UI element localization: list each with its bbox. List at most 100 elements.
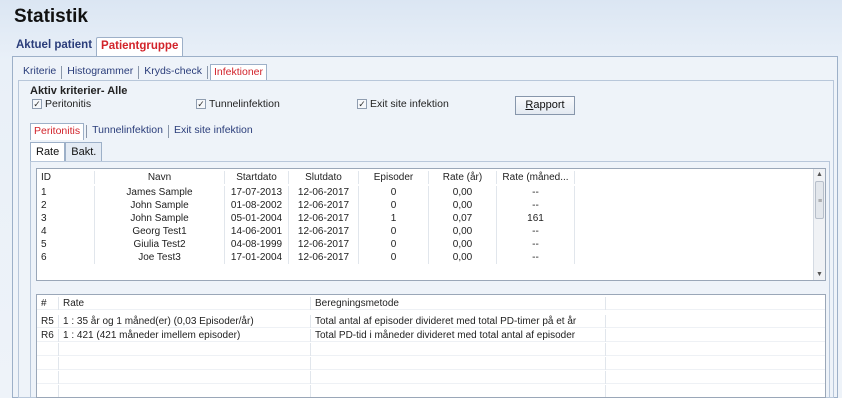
- tab-separator: [86, 125, 88, 138]
- tab-exit-site-infektion[interactable]: Exit site infektion: [171, 123, 256, 140]
- cell-slutdato: 12-06-2017: [289, 186, 359, 199]
- cell-hash: R5: [37, 315, 59, 328]
- empty-cell: [311, 385, 606, 397]
- cell-startdato: 14-06-2001: [225, 225, 289, 238]
- col-rate-maaned[interactable]: Rate (måned...: [497, 171, 575, 184]
- cell-navn: Joe Test3: [95, 251, 225, 264]
- checkbox-check-icon: ✓: [32, 99, 42, 109]
- checkbox-label: Peritonitis: [45, 98, 92, 110]
- cell-navn: Giulia Test2: [95, 238, 225, 251]
- col-id[interactable]: ID: [37, 171, 95, 184]
- scroll-thumb[interactable]: ≡: [815, 181, 824, 219]
- cell-beregningsmetode: Total antal af episoder divideret med to…: [311, 315, 606, 328]
- tunnelinfektion-checkbox[interactable]: ✓ Tunnelinfektion: [196, 98, 280, 110]
- outer-tab-bar: Aktuel patient Patientgruppe: [12, 37, 184, 57]
- table-row[interactable]: 6 Joe Test3 17-01-2004 12-06-2017 0 0,00…: [37, 251, 810, 264]
- exit-site-checkbox[interactable]: ✓ Exit site infektion: [357, 98, 449, 110]
- col-navn[interactable]: Navn: [95, 171, 225, 184]
- cell-startdato: 04-08-1999: [225, 238, 289, 251]
- cell-rate-aar: 0,00: [429, 225, 497, 238]
- cell-episoder: 0: [359, 199, 429, 212]
- empty-cell: [311, 357, 606, 370]
- cell-filler: [575, 238, 810, 251]
- col-episoder[interactable]: Episoder: [359, 171, 429, 184]
- peritonitis-checkbox[interactable]: ✓ Peritonitis: [32, 98, 91, 110]
- table-row[interactable]: 2 John Sample 01-08-2002 12-06-2017 0 0,…: [37, 199, 810, 212]
- cell-beregningsmetode: Total PD-tid i måneder divideret med tot…: [311, 329, 606, 342]
- tab-patientgruppe[interactable]: Patientgruppe: [96, 37, 184, 57]
- empty-row: [37, 357, 825, 370]
- cell-id: 6: [37, 251, 95, 264]
- col-beregningsmetode[interactable]: Beregningsmetode: [311, 297, 606, 310]
- tab-peritonitis[interactable]: Peritonitis: [30, 123, 85, 140]
- cell-filler: [575, 186, 810, 199]
- tab-tunnelinfektion[interactable]: Tunnelinfektion: [89, 123, 166, 140]
- scroll-down-icon[interactable]: ▼: [814, 269, 825, 280]
- empty-row: [37, 385, 825, 397]
- cell-rate-aar: 0,00: [429, 251, 497, 264]
- checkbox-check-icon: ✓: [357, 99, 367, 109]
- rates-table: # Rate Beregningsmetode R5 1 : 35 år og …: [36, 294, 826, 398]
- cell-slutdato: 12-06-2017: [289, 238, 359, 251]
- table-row[interactable]: 1 James Sample 17-07-2013 12-06-2017 0 0…: [37, 186, 810, 199]
- cell-episoder: 0: [359, 251, 429, 264]
- cell-rate-maaned: --: [497, 199, 575, 212]
- table-row[interactable]: 5 Giulia Test2 04-08-1999 12-06-2017 0 0…: [37, 238, 810, 251]
- col-hash[interactable]: #: [37, 297, 59, 310]
- col-slutdato[interactable]: Slutdato: [289, 171, 359, 184]
- cell-filler: [606, 329, 821, 342]
- cell-startdato: 17-01-2004: [225, 251, 289, 264]
- tab-kriterie[interactable]: Kriterie: [20, 64, 59, 81]
- col-rate[interactable]: Rate: [59, 297, 311, 310]
- table-header: ID Navn Startdato Slutdato Episoder Rate…: [37, 171, 810, 184]
- cell-navn: John Sample: [95, 212, 225, 225]
- tab-bakt[interactable]: Bakt.: [65, 142, 103, 162]
- table-row[interactable]: 4 Georg Test1 14-06-2001 12-06-2017 0 0,…: [37, 225, 810, 238]
- empty-cell: [59, 385, 311, 397]
- cell-navn: Georg Test1: [95, 225, 225, 238]
- empty-cell: [59, 343, 311, 356]
- tab-separator: [206, 66, 208, 79]
- tab-aktuel-patient[interactable]: Aktuel patient: [12, 37, 96, 57]
- col-filler: [606, 297, 821, 310]
- table-row[interactable]: R5 1 : 35 år og 1 måned(er) (0,03 Episod…: [37, 315, 825, 328]
- empty-cell: [59, 371, 311, 384]
- cell-filler: [575, 225, 810, 238]
- cell-filler: [575, 212, 810, 225]
- empty-cell: [37, 357, 59, 370]
- page-title: Statistik: [14, 6, 88, 27]
- cell-rate-aar: 0,00: [429, 238, 497, 251]
- cell-navn: John Sample: [95, 199, 225, 212]
- cell-filler: [575, 251, 810, 264]
- tab-separator: [61, 66, 63, 79]
- cell-rate-maaned: --: [497, 225, 575, 238]
- tab-histogrammer[interactable]: Histogrammer: [64, 64, 136, 81]
- checkbox-label: Tunnelinfektion: [209, 98, 280, 110]
- patients-table-scrollbar[interactable]: ▲ ≡ ▼: [813, 169, 825, 280]
- cell-id: 2: [37, 199, 95, 212]
- col-startdato[interactable]: Startdato: [225, 171, 289, 184]
- cell-rate-aar: 0,07: [429, 212, 497, 225]
- rapport-button[interactable]: Rapport: [515, 96, 575, 115]
- checkbox-check-icon: ✓: [196, 99, 206, 109]
- tab-kryds-check[interactable]: Kryds-check: [141, 64, 205, 81]
- empty-row: [37, 343, 825, 356]
- cell-rate-maaned: --: [497, 238, 575, 251]
- cell-startdato: 01-08-2002: [225, 199, 289, 212]
- tab-rate[interactable]: Rate: [30, 142, 66, 162]
- empty-cell: [37, 343, 59, 356]
- cell-slutdato: 12-06-2017: [289, 251, 359, 264]
- table-row[interactable]: 3 John Sample 05-01-2004 12-06-2017 1 0,…: [37, 212, 810, 225]
- cell-rate-maaned: 161: [497, 212, 575, 225]
- cell-startdato: 17-07-2013: [225, 186, 289, 199]
- cell-id: 4: [37, 225, 95, 238]
- tab-infektioner[interactable]: Infektioner: [209, 64, 267, 81]
- table-row[interactable]: R6 1 : 421 (421 måneder imellem episoder…: [37, 329, 825, 342]
- cell-episoder: 1: [359, 212, 429, 225]
- active-criteria-label: Aktiv kriterier- Alle: [30, 85, 128, 97]
- cell-rate: 1 : 421 (421 måneder imellem episoder): [59, 329, 311, 342]
- col-rate-aar[interactable]: Rate (år): [429, 171, 497, 184]
- table-header: # Rate Beregningsmetode: [37, 297, 825, 310]
- scroll-up-icon[interactable]: ▲: [814, 169, 825, 180]
- infection-type-tab-bar: Peritonitis Tunnelinfektion Exit site in…: [30, 123, 256, 140]
